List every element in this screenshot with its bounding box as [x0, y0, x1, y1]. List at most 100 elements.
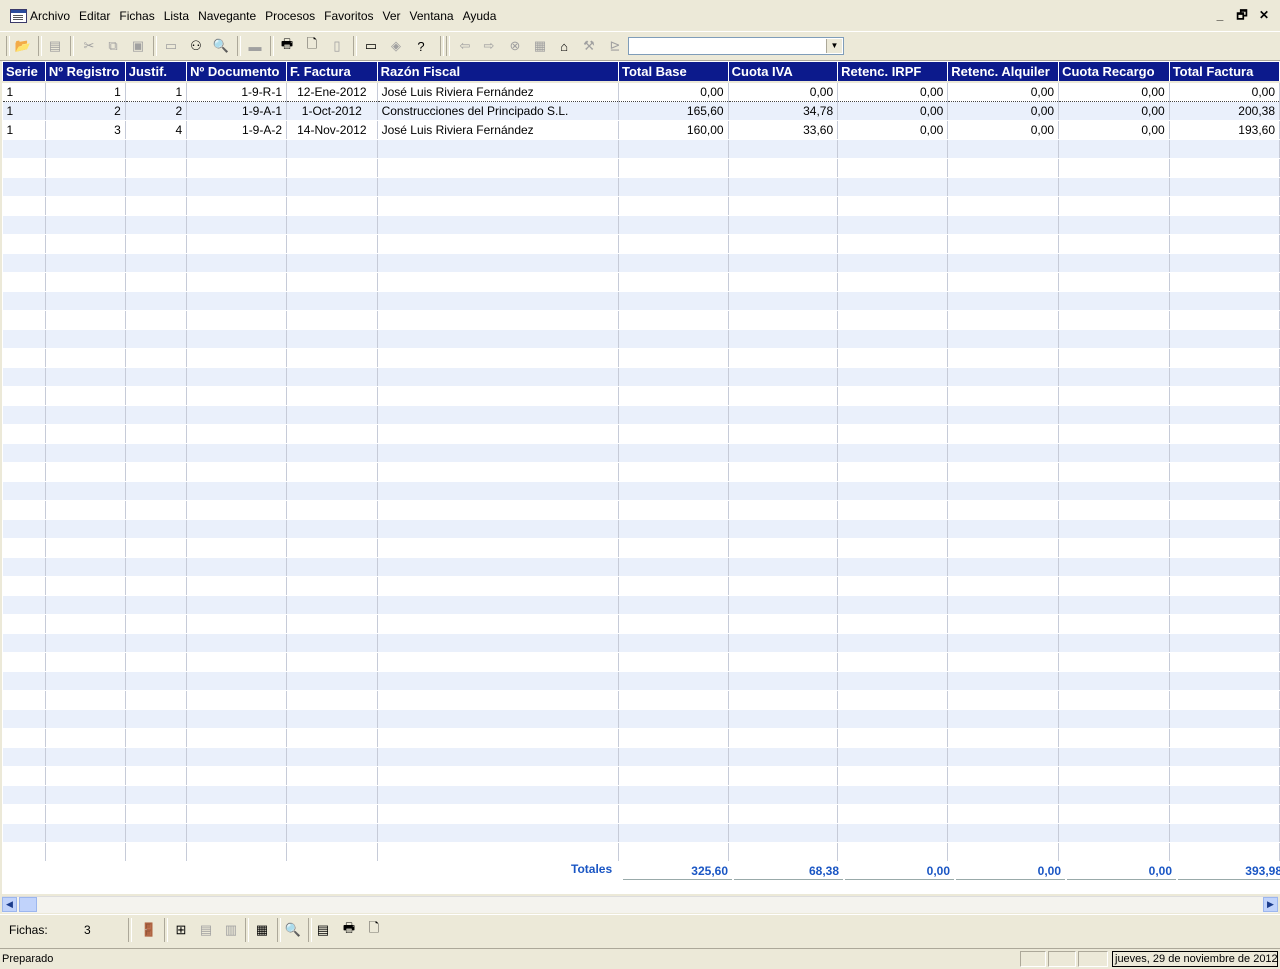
empty-row[interactable] [2, 671, 1280, 691]
cell-fecha-factura[interactable] [286, 310, 378, 330]
cell-retenc-irpf[interactable] [837, 329, 949, 349]
col-header-razon-fiscal[interactable]: Razón Fiscal [376, 61, 619, 83]
exit-door-icon[interactable]: 🚪 [140, 921, 158, 939]
cell-cuota-iva[interactable] [728, 785, 839, 805]
page-icon[interactable]: ▯ [328, 37, 346, 55]
cell-registro[interactable] [45, 633, 126, 653]
cell-total-base[interactable] [618, 329, 729, 349]
cell-serie[interactable] [2, 842, 46, 862]
cell-cuota-recargo[interactable] [1058, 367, 1170, 387]
col-header-retenc-alquiler[interactable]: Retenc. Alquiler [947, 61, 1060, 83]
cell-retenc-alquiler[interactable]: 0,00 [947, 101, 1060, 121]
cell-cuota-iva[interactable] [728, 690, 839, 710]
cell-cuota-recargo[interactable] [1058, 234, 1170, 254]
cell-total-factura[interactable] [1169, 804, 1280, 824]
cell-fecha-factura[interactable] [286, 785, 378, 805]
cell-documento[interactable] [186, 690, 288, 710]
empty-row[interactable] [2, 709, 1280, 729]
cell-cuota-recargo[interactable] [1058, 386, 1170, 406]
cell-documento[interactable] [186, 272, 288, 292]
cell-total-base[interactable] [618, 633, 729, 653]
cell-total-factura[interactable] [1169, 158, 1280, 178]
cell-fecha-factura[interactable] [286, 728, 378, 748]
group-icon[interactable]: ▥ [222, 921, 240, 939]
horizontal-scrollbar[interactable]: ◀ ▶ [2, 896, 1278, 913]
cell-total-factura[interactable] [1169, 690, 1280, 710]
cell-retenc-irpf[interactable] [837, 823, 949, 843]
cell-justif[interactable] [125, 747, 188, 767]
cell-total-factura[interactable] [1169, 443, 1280, 463]
cell-total-base[interactable] [618, 481, 729, 501]
cell-serie[interactable] [2, 614, 46, 634]
cell-razon-fiscal[interactable] [377, 139, 619, 159]
cell-retenc-irpf[interactable] [837, 538, 949, 558]
cell-retenc-alquiler[interactable] [947, 633, 1060, 653]
cell-serie[interactable] [2, 804, 46, 824]
cell-razon-fiscal[interactable] [377, 424, 619, 444]
forward-arrow-icon[interactable]: ⇨ [480, 37, 498, 55]
empty-row[interactable] [2, 348, 1280, 368]
cell-retenc-irpf[interactable] [837, 158, 949, 178]
cell-retenc-irpf[interactable] [837, 766, 949, 786]
print-icon[interactable]: 🖶 [340, 920, 358, 939]
cell-total-factura[interactable] [1169, 747, 1280, 767]
cell-retenc-irpf[interactable] [837, 785, 949, 805]
cell-justif[interactable] [125, 614, 188, 634]
cell-razon-fiscal[interactable] [377, 443, 619, 463]
cell-serie[interactable] [2, 215, 46, 235]
cell-registro[interactable] [45, 253, 126, 273]
cell-retenc-alquiler[interactable] [947, 272, 1060, 292]
cell-razon-fiscal[interactable] [377, 196, 619, 216]
empty-row[interactable] [2, 557, 1280, 577]
cell-total-factura[interactable] [1169, 329, 1280, 349]
cell-retenc-irpf[interactable] [837, 576, 949, 596]
cell-fecha-factura[interactable] [286, 595, 378, 615]
cell-serie[interactable]: 1 [2, 81, 46, 102]
empty-row[interactable] [2, 424, 1280, 444]
cell-razon-fiscal[interactable] [377, 177, 619, 197]
cell-cuota-recargo[interactable] [1058, 709, 1170, 729]
cell-documento[interactable]: 1-9-R-1 [186, 81, 288, 102]
cell-razon-fiscal[interactable] [377, 386, 619, 406]
cell-retenc-alquiler[interactable] [947, 671, 1060, 691]
cell-fecha-factura[interactable] [286, 462, 378, 482]
cell-total-factura[interactable] [1169, 139, 1280, 159]
empty-row[interactable] [2, 842, 1280, 862]
cell-total-base[interactable] [618, 386, 729, 406]
cell-justif[interactable] [125, 842, 188, 862]
cell-documento[interactable] [186, 177, 288, 197]
cell-total-base[interactable] [618, 272, 729, 292]
empty-row[interactable] [2, 766, 1280, 786]
cell-registro[interactable] [45, 766, 126, 786]
cell-total-base[interactable] [618, 424, 729, 444]
cell-retenc-irpf[interactable] [837, 557, 949, 577]
cell-justif[interactable]: 1 [125, 81, 188, 102]
cell-retenc-irpf[interactable] [837, 728, 949, 748]
cell-cuota-iva[interactable] [728, 139, 839, 159]
cell-cuota-recargo[interactable]: 0,00 [1058, 120, 1170, 140]
cell-total-base[interactable] [618, 823, 729, 843]
cell-documento[interactable] [186, 804, 288, 824]
cell-retenc-irpf[interactable] [837, 709, 949, 729]
cell-documento[interactable] [186, 747, 288, 767]
cell-total-base[interactable] [618, 671, 729, 691]
cell-cuota-iva[interactable]: 33,60 [728, 120, 839, 140]
cell-retenc-irpf[interactable] [837, 215, 949, 235]
cell-retenc-irpf[interactable] [837, 842, 949, 862]
col-header-cuota-recargo[interactable]: Cuota Recargo [1058, 61, 1170, 83]
cell-cuota-iva[interactable] [728, 500, 839, 520]
cell-total-factura[interactable] [1169, 500, 1280, 520]
cell-cuota-iva[interactable] [728, 348, 839, 368]
cell-cuota-recargo[interactable] [1058, 215, 1170, 235]
cell-cuota-iva[interactable] [728, 215, 839, 235]
empty-row[interactable] [2, 538, 1280, 558]
cell-total-factura[interactable] [1169, 177, 1280, 197]
cell-justif[interactable] [125, 405, 188, 425]
cell-total-factura[interactable] [1169, 405, 1280, 425]
cell-razon-fiscal[interactable] [377, 310, 619, 330]
cell-documento[interactable] [186, 139, 288, 159]
cell-total-factura[interactable] [1169, 253, 1280, 273]
empty-row[interactable] [2, 728, 1280, 748]
edit-doc-icon[interactable]: ▤ [46, 37, 64, 55]
cell-cuota-iva[interactable]: 0,00 [728, 81, 839, 102]
